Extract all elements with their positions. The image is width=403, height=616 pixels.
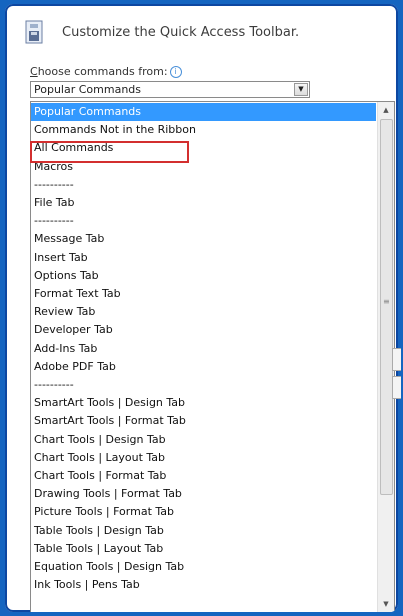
list-item[interactable]: Drawing Tools | Format Tab bbox=[31, 485, 376, 503]
dropdown-value: Popular Commands bbox=[34, 83, 142, 96]
list-item[interactable]: Ink Tools | Pens Tab bbox=[31, 576, 376, 594]
scroll-down-icon[interactable]: ▼ bbox=[378, 596, 394, 612]
list-item[interactable]: Chart Tools | Layout Tab bbox=[31, 449, 376, 467]
choose-commands-accesskey: C bbox=[30, 65, 38, 78]
side-button-bottom[interactable] bbox=[392, 376, 401, 399]
chevron-down-icon[interactable]: ▼ bbox=[294, 83, 308, 96]
list-item[interactable]: Picture Tools | Format Tab bbox=[31, 503, 376, 521]
list-item[interactable]: Commands Not in the Ribbon bbox=[31, 121, 376, 139]
list-item[interactable]: SmartArt Tools | Design Tab bbox=[31, 394, 376, 412]
choose-commands-dropdown[interactable]: Popular Commands ▼ bbox=[30, 81, 310, 98]
list-item[interactable]: Add-Ins Tab bbox=[31, 340, 376, 358]
list-item[interactable]: ---------- bbox=[31, 376, 376, 394]
list-item[interactable]: Table Tools | Design Tab bbox=[31, 522, 376, 540]
list-item[interactable]: Insert Tab bbox=[31, 249, 376, 267]
side-button-top[interactable] bbox=[392, 348, 401, 371]
list-item[interactable]: Review Tab bbox=[31, 303, 376, 321]
list-item[interactable]: Table Tools | Layout Tab bbox=[31, 540, 376, 558]
scroll-up-icon[interactable]: ▲ bbox=[378, 102, 394, 118]
list-item[interactable]: Popular Commands bbox=[31, 103, 376, 121]
list-item[interactable]: Developer Tab bbox=[31, 321, 376, 339]
choose-commands-label: Choose commands from: i bbox=[30, 65, 182, 78]
grip-icon: ≡ bbox=[383, 297, 390, 306]
dialog-title: Customize the Quick Access Toolbar. bbox=[62, 25, 300, 40]
choose-commands-label-text: hoose commands from: bbox=[37, 65, 168, 78]
list-item[interactable]: Chart Tools | Design Tab bbox=[31, 431, 376, 449]
scroll-thumb[interactable]: ≡ bbox=[380, 119, 393, 495]
info-icon[interactable]: i bbox=[169, 66, 182, 78]
all-commands-highlight-box bbox=[30, 141, 189, 163]
quick-access-toolbar-icon bbox=[25, 20, 43, 44]
list-item[interactable]: SmartArt Tools | Format Tab bbox=[31, 412, 376, 430]
list-item[interactable]: Message Tab bbox=[31, 230, 376, 248]
commands-list[interactable]: Ink Tools | Pens Tab Equation Tools | Des… bbox=[30, 101, 395, 612]
list-item[interactable]: File Tab bbox=[31, 194, 376, 212]
list-item[interactable]: Format Text Tab bbox=[31, 285, 376, 303]
list-item[interactable]: ---------- bbox=[31, 212, 376, 230]
list-item[interactable]: Options Tab bbox=[31, 267, 376, 285]
customize-dialog: Customize the Quick Access Toolbar. Choo… bbox=[5, 4, 398, 612]
list-item[interactable]: Equation Tools | Design Tab bbox=[31, 558, 376, 576]
list-item[interactable]: ---------- bbox=[31, 176, 376, 194]
list-item[interactable]: Adobe PDF Tab bbox=[31, 358, 376, 376]
list-item[interactable]: Chart Tools | Format Tab bbox=[31, 467, 376, 485]
